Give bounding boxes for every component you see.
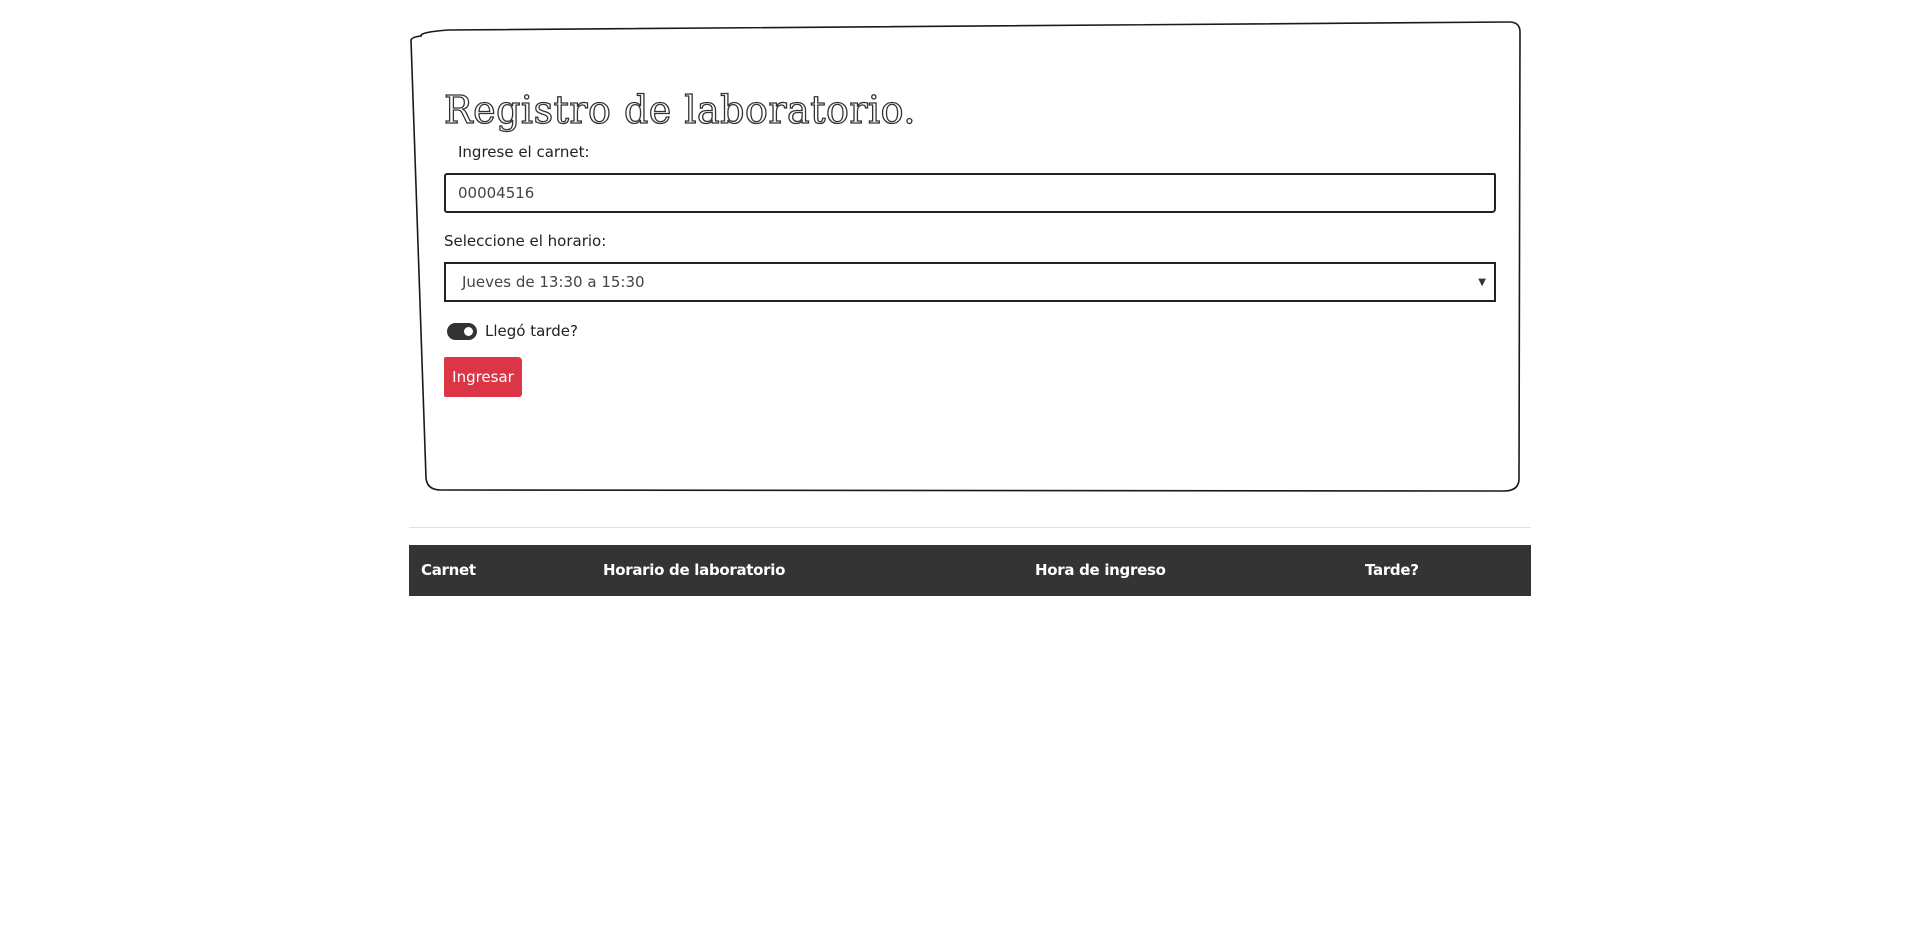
- table-header-horario: Horario de laboratorio: [603, 561, 786, 579]
- page-title: Registro de laboratorio.: [443, 87, 916, 132]
- carnet-label: Ingrese el carnet:: [458, 143, 590, 161]
- section-divider: [409, 527, 1531, 528]
- horario-select[interactable]: Jueves de 13:30 a 15:30 ▼: [444, 262, 1496, 302]
- carnet-input[interactable]: 00004516: [444, 173, 1496, 213]
- table-header-tarde: Tarde?: [1365, 561, 1419, 579]
- chevron-down-icon: ▼: [1478, 276, 1486, 288]
- toggle-knob: [464, 326, 473, 336]
- carnet-input-value: 00004516: [458, 184, 535, 202]
- table-header-carnet: Carnet: [421, 561, 476, 579]
- table-header-row: Carnet Horario de laboratorio Hora de in…: [409, 545, 1531, 596]
- horario-label: Seleccione el horario:: [444, 232, 607, 250]
- table-header-hora-ingreso: Hora de ingreso: [1035, 561, 1166, 579]
- submit-button[interactable]: Ingresar: [444, 357, 522, 397]
- late-toggle-label: Llegó tarde?: [485, 322, 578, 340]
- form-body: Registro de laboratorio. Ingrese el carn…: [443, 86, 1496, 397]
- late-toggle-row: Llegó tarde?: [444, 321, 1496, 341]
- registration-card: Registro de laboratorio. Ingrese el carn…: [409, 20, 1530, 493]
- late-toggle-switch[interactable]: [447, 322, 477, 340]
- horario-selected-value: Jueves de 13:30 a 15:30: [462, 273, 645, 291]
- page-container: Registro de laboratorio. Ingrese el carn…: [409, 20, 1531, 493]
